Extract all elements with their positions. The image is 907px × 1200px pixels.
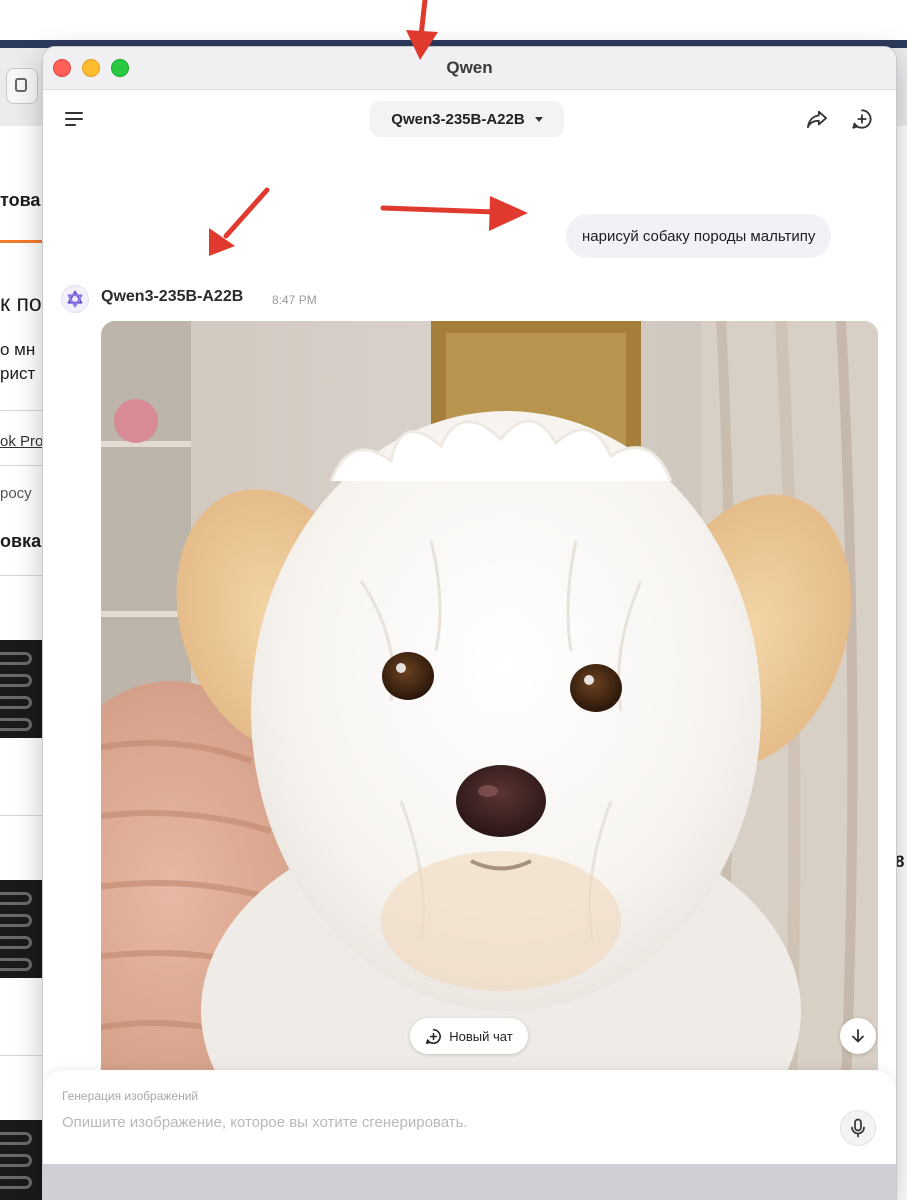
background-divider (0, 575, 44, 576)
microphone-icon (851, 1118, 865, 1138)
background-divider (0, 410, 44, 411)
background-divider (0, 815, 44, 816)
generated-dog-image[interactable] (101, 321, 878, 1081)
background-link[interactable]: ok Pro (0, 433, 44, 450)
background-text-line: росу (0, 485, 32, 502)
background-text-line: о мн (0, 340, 36, 359)
user-message-bubble: нарисуй собаку породы мальтипу (566, 214, 832, 258)
scroll-to-bottom-button[interactable] (840, 1018, 876, 1054)
microphone-button[interactable] (840, 1110, 876, 1146)
message-timestamp: 8:47 PM (272, 293, 317, 307)
background-product-thumbnail[interactable] (0, 640, 44, 738)
prompt-input[interactable] (62, 1114, 822, 1131)
user-message-text: нарисуй собаку породы мальтипу (582, 227, 816, 245)
new-chat-label: Новый чат (449, 1028, 513, 1044)
new-chat-floating-button[interactable]: Новый чат (410, 1018, 528, 1054)
assistant-name: Qwen3-235B-A22B (101, 288, 244, 305)
background-tab-underline (0, 240, 42, 243)
share-icon[interactable] (806, 109, 828, 129)
sidebar-icon (15, 78, 27, 92)
background-right-number: 8 (895, 852, 905, 871)
desktop-top-strip (0, 0, 907, 40)
background-tab-label[interactable]: това (0, 190, 44, 211)
background-product-thumbnail[interactable] (0, 880, 44, 978)
message-composer: Генерация изображений (43, 1070, 896, 1164)
new-chat-icon (426, 1028, 442, 1044)
background-text-line: рист (0, 364, 36, 383)
window-titlebar: Qwen (43, 47, 896, 90)
chat-header: Qwen3-235B-A22B (43, 90, 896, 150)
background-tab-button[interactable] (6, 68, 38, 104)
arrow-down-icon (852, 1029, 864, 1043)
model-selector[interactable]: Qwen3-235B-A22B (370, 101, 564, 137)
background-heading: к по (0, 290, 42, 316)
chevron-down-icon (534, 116, 543, 122)
background-app-right-edge (896, 126, 907, 1200)
background-subheading: овка: (0, 531, 44, 551)
background-product-thumbnail[interactable] (0, 1120, 44, 1200)
window-bottom-bar (43, 1164, 896, 1200)
model-selector-label: Qwen3-235B-A22B (391, 110, 525, 128)
qwen-logo-icon (61, 285, 89, 313)
window-title: Qwen (446, 58, 493, 77)
background-divider (0, 465, 44, 466)
qwen-window: Qwen Qwen3-235B-A22B нарисуй собаку поро… (43, 47, 896, 1200)
composer-mode-label: Генерация изображений (62, 1089, 199, 1103)
hamburger-menu-icon[interactable] (65, 112, 85, 130)
background-divider (0, 1055, 44, 1056)
new-chat-icon[interactable] (851, 108, 873, 130)
